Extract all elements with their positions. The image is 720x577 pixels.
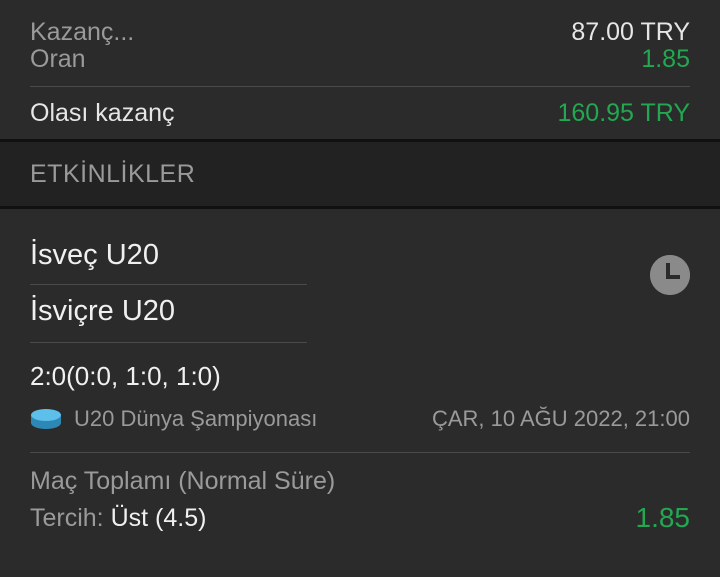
- divider: [30, 342, 307, 343]
- pick-value: Üst (4.5): [110, 503, 207, 532]
- event-card[interactable]: İsveç U20 İsviçre U20 2:0(0:0, 1:0, 1:0)…: [0, 209, 720, 534]
- potential-win-row: Olası kazanç 160.95 TRY: [0, 87, 720, 139]
- potential-win-value: 160.95 TRY: [557, 98, 690, 127]
- clock-icon: [650, 255, 690, 295]
- away-team: İsviçre U20: [30, 295, 176, 327]
- odds-label: Oran: [30, 44, 86, 73]
- events-header: ETKİNLİKLER: [0, 142, 720, 206]
- odds-row: Oran 1.85: [0, 45, 720, 73]
- pick-row: Tercih: Üst (4.5) 1.85: [0, 502, 720, 534]
- market-name: Maç Toplamı (Normal Süre): [30, 467, 336, 495]
- stake-label: Kazanç...: [30, 17, 135, 46]
- odds-value: 1.85: [641, 44, 690, 73]
- divider: [30, 284, 307, 285]
- stake-value: 87.00 TRY: [571, 17, 690, 46]
- hockey-puck-icon: [31, 409, 61, 429]
- event-datetime: ÇAR, 10 AĞU 2022, 21:00: [431, 406, 690, 431]
- pick-odds: 1.85: [635, 502, 691, 533]
- home-team: İsveç U20: [30, 239, 159, 271]
- event-meta: U20 Dünya Şampiyonası ÇAR, 10 AĞU 2022, …: [0, 406, 720, 432]
- bet-summary: Kazanç... 87.00 TRY Oran 1.85 Olası kaza…: [0, 0, 720, 139]
- match-score: 2:0(0:0, 1:0, 1:0): [30, 361, 221, 391]
- divider: [30, 452, 690, 453]
- pick-label: Tercih:: [30, 503, 104, 532]
- potential-win-label: Olası kazanç: [30, 98, 175, 127]
- competition-name: U20 Dünya Şampiyonası: [74, 406, 318, 431]
